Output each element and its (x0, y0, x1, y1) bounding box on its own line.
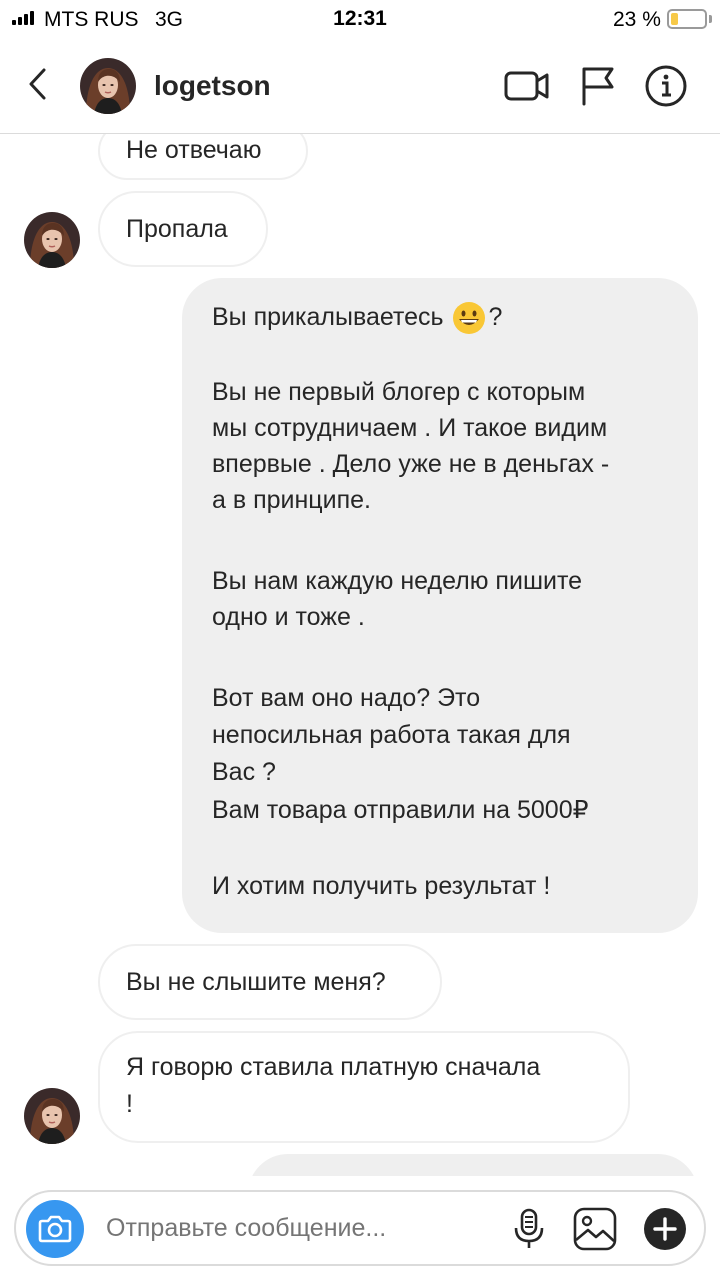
battery-icon (667, 9, 707, 29)
gallery-icon[interactable] (572, 1206, 618, 1252)
avatar[interactable] (80, 58, 136, 114)
message-line: Я говорю ставила платную сначала (126, 1053, 541, 1081)
message-line: а в принципе. (212, 486, 371, 514)
message-text: Вы не слышите меня? (126, 968, 386, 996)
chat-header: logetson (0, 40, 720, 134)
status-bar: MTS RUS 3G 12:31 23 % (0, 0, 720, 40)
message-line: Вы не первый блогер с которым (212, 378, 586, 406)
message-line: одно и тоже . (212, 603, 365, 631)
plus-icon[interactable] (642, 1206, 688, 1252)
message-bubble-incoming[interactable]: Пропала (98, 191, 268, 267)
message-line: непосильная работа такая для (212, 721, 571, 749)
battery-percent: 23 % (613, 8, 661, 31)
message-bubble-incoming[interactable]: Вы не слышите меня? (98, 944, 442, 1020)
message-line: Вот вам оно надо? Это (212, 684, 481, 712)
message-bubble-outgoing[interactable]: Вы прикалываетесь ? Вы не первый блогер … (182, 278, 698, 933)
battery-tip (709, 15, 712, 23)
chat-username[interactable]: logetson (154, 70, 271, 102)
avatar[interactable] (24, 212, 80, 268)
avatar[interactable] (24, 1088, 80, 1144)
message-bubble-incoming[interactable]: Не отвечаю (98, 134, 308, 180)
message-bubble-outgoing[interactable] (248, 1154, 698, 1176)
message-line: И хотим получить результат ! (212, 872, 551, 900)
message-line: Вы прикалываетесь ? (212, 298, 502, 336)
grinning-face-emoji-icon (453, 302, 486, 335)
flag-icon[interactable] (574, 64, 622, 108)
info-icon[interactable] (642, 64, 690, 108)
message-list[interactable]: Не отвечаю Пропала Вы прикалываетесь ? В… (0, 134, 720, 1176)
camera-button[interactable] (26, 1200, 84, 1258)
camera-icon (38, 1215, 72, 1243)
message-line: Вам товара отправили на 5000₽ (212, 796, 589, 824)
message-line: ! (126, 1090, 133, 1118)
video-call-icon[interactable] (503, 64, 551, 108)
battery-fill (671, 13, 678, 25)
status-time: 12:31 (333, 7, 387, 30)
message-line: Вас ? (212, 758, 276, 786)
message-text: Не отвечаю (126, 136, 262, 164)
message-bubble-incoming[interactable]: Я говорю ставила платную сначала ! (98, 1031, 630, 1143)
message-input[interactable] (106, 1214, 486, 1243)
message-line: мы сотрудничаем . И такое видим (212, 414, 608, 442)
message-line: Вы нам каждую неделю пишите (212, 567, 583, 595)
back-chevron-icon[interactable] (24, 64, 54, 104)
microphone-icon[interactable] (506, 1206, 552, 1252)
message-text: Пропала (126, 215, 228, 243)
message-composer (14, 1190, 706, 1266)
message-line: впервые . Дело уже не в деньгах - (212, 450, 610, 478)
